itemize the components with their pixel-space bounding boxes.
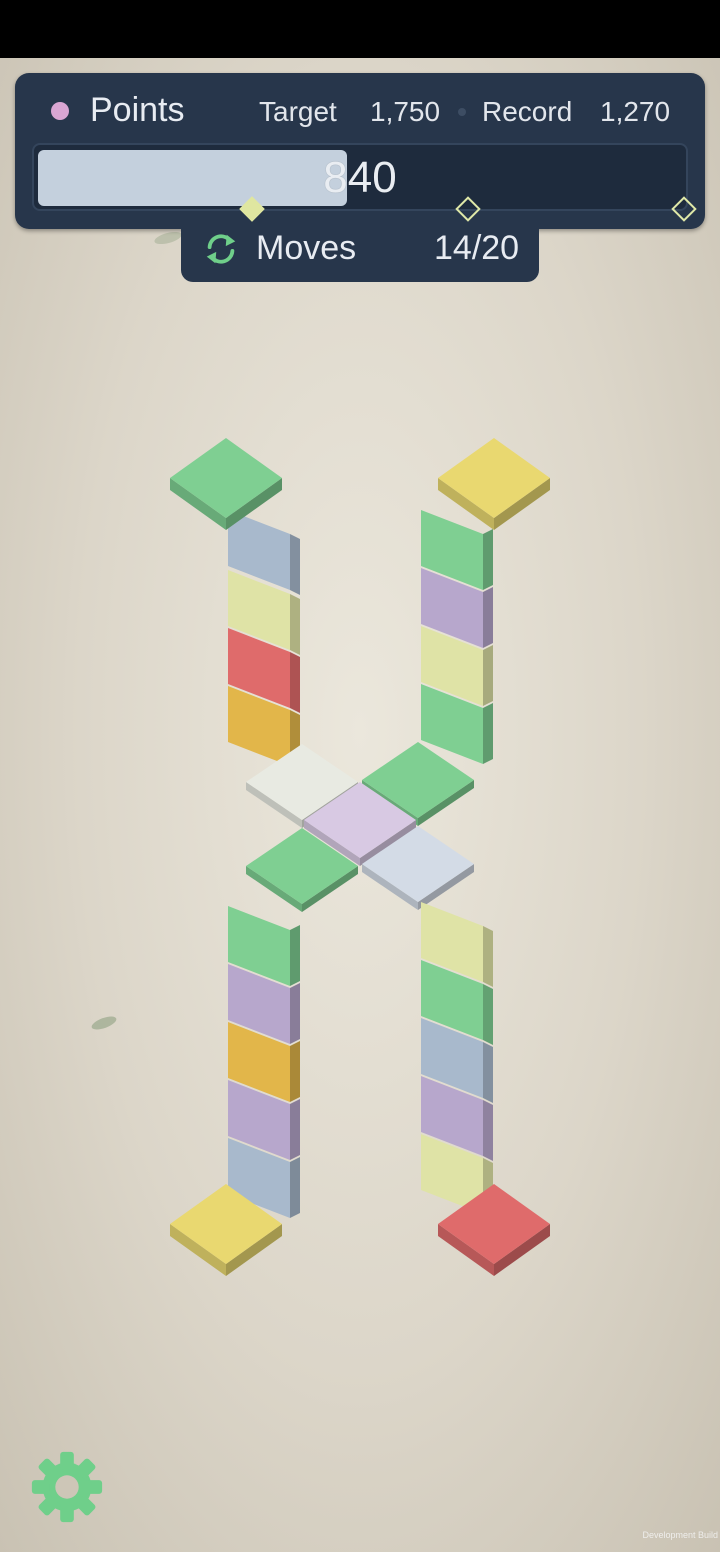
block-lower-right-2-side[interactable] — [483, 984, 493, 1045]
block-lower-right-4-side[interactable] — [483, 1100, 493, 1161]
block-lower-right-1-side[interactable] — [483, 926, 493, 987]
points-label: Points — [90, 91, 185, 129]
block-upper-right-2-side[interactable] — [483, 587, 493, 648]
status-bar — [0, 0, 720, 58]
refresh-icon — [206, 234, 236, 264]
block-lower-left-5-side[interactable] — [290, 1157, 300, 1218]
moves-label: Moves — [256, 229, 357, 267]
block-upper-right-1-side[interactable] — [483, 529, 493, 590]
target-value: 1,750 — [370, 96, 441, 127]
cap-top-right[interactable] — [438, 438, 550, 518]
block-upper-left-2-side[interactable] — [290, 594, 300, 655]
block-lower-left-3-side[interactable] — [290, 1041, 300, 1102]
block-upper-left-3-side[interactable] — [290, 652, 300, 713]
block-lower-left-2-side[interactable] — [290, 983, 300, 1044]
block-upper-left-1-side[interactable] — [290, 534, 300, 595]
build-tag: Development Build — [642, 1530, 718, 1540]
block-lower-left-4-side[interactable] — [290, 1099, 300, 1160]
target-label: Target — [259, 96, 337, 127]
cap-top-left[interactable] — [170, 438, 282, 518]
block-lower-right-3-side[interactable] — [483, 1042, 493, 1103]
block-lower-left-1-side[interactable] — [290, 925, 300, 986]
separator-dot — [458, 108, 466, 116]
block-upper-right-3-side[interactable] — [483, 645, 493, 706]
gear-icon[interactable] — [28, 1448, 106, 1526]
game-board[interactable] — [0, 58, 720, 1552]
score-value: 840 — [323, 153, 397, 202]
record-value: 1,270 — [600, 96, 671, 127]
points-indicator-dot — [51, 102, 69, 120]
block-structure[interactable] — [0, 58, 720, 1552]
block-upper-right-4-side[interactable] — [483, 703, 493, 764]
record-label: Record — [482, 96, 573, 127]
moves-value: 14/20 — [434, 229, 520, 267]
